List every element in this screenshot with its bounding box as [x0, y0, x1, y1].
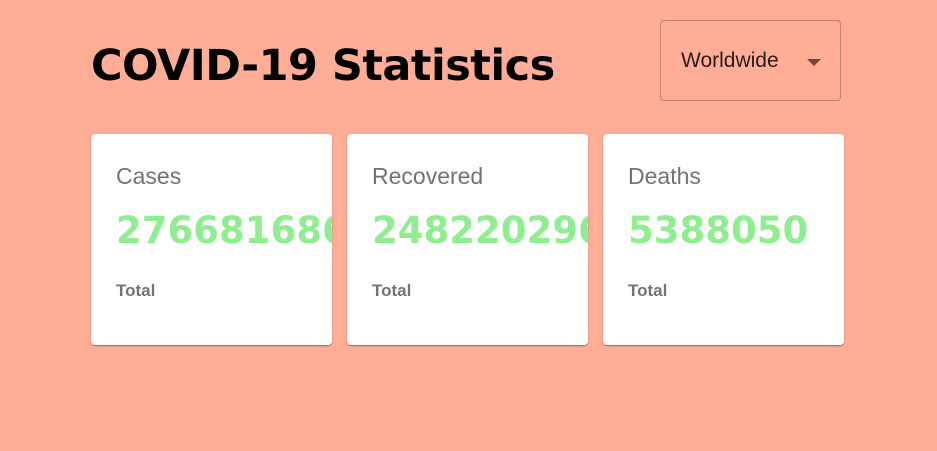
- cases-card: Cases 276681686 Total: [91, 134, 332, 345]
- stat-title: Deaths: [628, 163, 701, 189]
- stat-caption: Total: [628, 281, 668, 300]
- caret-down-icon: [807, 59, 821, 66]
- region-select-value: Worldwide: [681, 48, 779, 72]
- stat-title: Cases: [116, 163, 182, 189]
- stat-value: 5388050: [628, 209, 809, 252]
- region-select[interactable]: Worldwide: [660, 20, 841, 101]
- deaths-card: Deaths 5388050 Total: [603, 134, 844, 345]
- stat-caption: Total: [372, 281, 412, 300]
- stat-caption: Total: [116, 281, 156, 300]
- stat-value: 248220296: [372, 209, 588, 252]
- stat-value: 276681686: [116, 209, 332, 252]
- page-title: COVID-19 Statistics: [91, 41, 555, 91]
- recovered-card: Recovered 248220296 Total: [347, 134, 588, 345]
- stats-row: Cases 276681686 Total Recovered 24822029…: [91, 134, 844, 345]
- stat-title: Recovered: [372, 163, 484, 189]
